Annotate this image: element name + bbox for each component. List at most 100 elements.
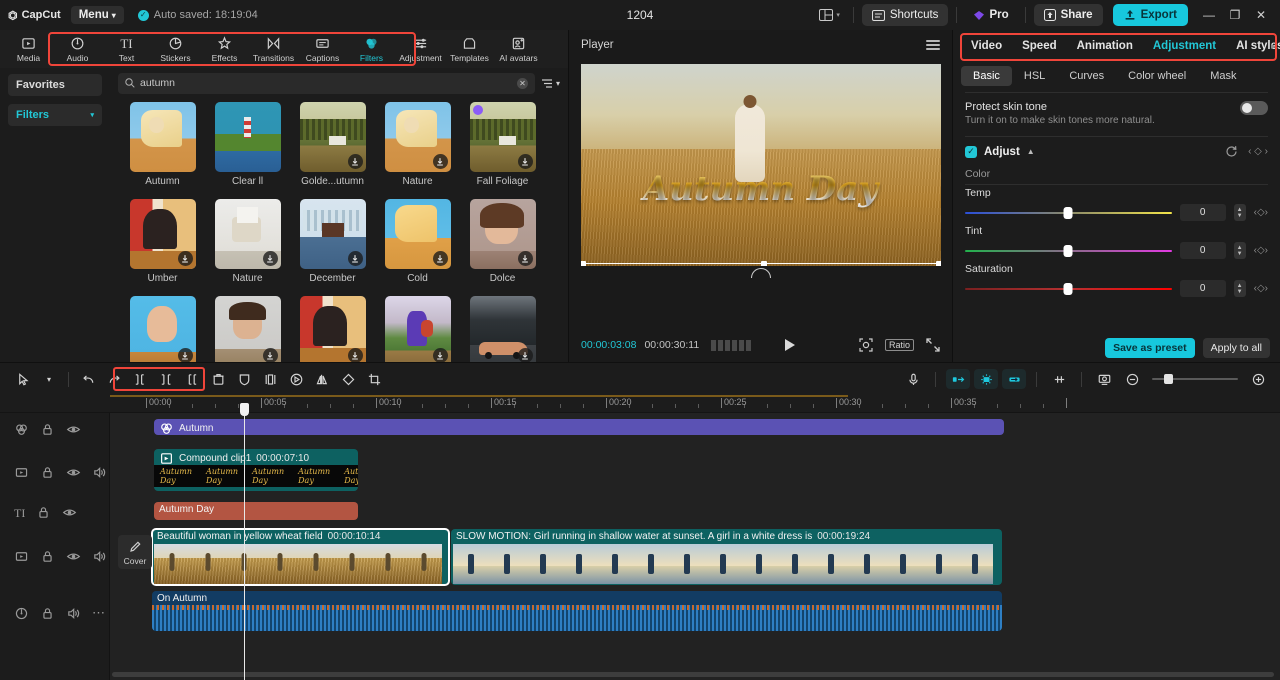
close-button[interactable]: ✕ xyxy=(1248,8,1274,22)
download-icon[interactable] xyxy=(263,348,278,362)
filter-thumbnail[interactable] xyxy=(385,199,451,269)
minimize-button[interactable]: — xyxy=(1196,8,1222,22)
subtab-color-wheel[interactable]: Color wheel xyxy=(1116,66,1198,86)
filter-cell[interactable]: December xyxy=(290,199,375,284)
nav-item-text[interactable]: TIText xyxy=(102,30,151,68)
slider-track[interactable] xyxy=(965,245,1172,257)
slider-track[interactable] xyxy=(965,283,1172,295)
tab-adjustment[interactable]: Adjustment xyxy=(1143,40,1226,52)
play-icon[interactable] xyxy=(783,338,796,352)
eye-icon[interactable] xyxy=(66,549,81,564)
nav-item-media[interactable]: Media xyxy=(4,30,53,68)
filter-cell[interactable]: Golde...utumn xyxy=(290,102,375,187)
zoom-out[interactable] xyxy=(1120,369,1144,389)
filter-thumbnail[interactable] xyxy=(470,296,536,362)
filter-thumbnail[interactable] xyxy=(300,296,366,362)
playhead[interactable] xyxy=(244,413,245,680)
filter-thumbnail[interactable] xyxy=(385,102,451,172)
filter-cell[interactable] xyxy=(375,296,460,362)
filter-cell[interactable]: Dolce xyxy=(460,199,545,284)
cover-button[interactable]: Cover xyxy=(118,535,152,569)
filter-thumbnail[interactable] xyxy=(130,199,196,269)
filter-cell[interactable]: Autumn xyxy=(120,102,205,187)
nav-item-templates[interactable]: Templates xyxy=(445,30,494,68)
filter-cell[interactable] xyxy=(120,296,205,362)
lock-icon[interactable] xyxy=(40,422,55,437)
rotate-handle[interactable] xyxy=(751,268,771,278)
slider-stepper[interactable]: ▲▼ xyxy=(1234,204,1246,221)
timeline-clip[interactable]: Beautiful woman in yellow wheat field00:… xyxy=(152,529,449,585)
ruler-scale[interactable]: 00:0000:0500:1000:1500:2000:2500:3000:35 xyxy=(110,395,1280,412)
lock-icon[interactable] xyxy=(40,606,55,621)
crop[interactable] xyxy=(361,367,387,391)
keyframe-icon[interactable]: ‹◇› xyxy=(1254,207,1268,218)
filter-thumbnail[interactable] xyxy=(300,199,366,269)
filter-cell[interactable]: Umber xyxy=(120,199,205,284)
speed[interactable] xyxy=(283,367,309,391)
pro-button[interactable]: Pro xyxy=(965,5,1016,25)
slider-track[interactable] xyxy=(965,207,1172,219)
filter-thumbnail[interactable] xyxy=(470,199,536,269)
selection-handle[interactable] xyxy=(581,261,586,266)
download-icon[interactable] xyxy=(348,154,363,169)
timeline-ruler[interactable]: 00:0000:0500:1000:1500:2000:2500:3000:35 xyxy=(0,395,1280,413)
split[interactable] xyxy=(153,367,179,391)
speaker-icon[interactable] xyxy=(92,549,107,564)
select-dropdown[interactable]: ▾ xyxy=(36,367,62,391)
record-voiceover[interactable] xyxy=(901,369,925,389)
close-icon[interactable]: ✕ xyxy=(517,78,528,89)
nav-item-ai-avatars[interactable]: AI avatars xyxy=(494,30,543,68)
export-button[interactable]: Export xyxy=(1113,4,1188,26)
slider-knob[interactable] xyxy=(1064,207,1073,219)
nav-item-audio[interactable]: Audio xyxy=(53,30,102,68)
filter-cell[interactable] xyxy=(290,296,375,362)
horizontal-scrollbar[interactable] xyxy=(112,672,1274,677)
playhead-knob[interactable] xyxy=(240,403,249,416)
rotate[interactable] xyxy=(335,367,361,391)
layout-button[interactable]: ▾ xyxy=(814,6,845,24)
split-right[interactable] xyxy=(179,367,205,391)
tab-speed[interactable]: Speed xyxy=(1012,40,1067,52)
category-favorites[interactable]: Favorites xyxy=(8,74,102,96)
freeze[interactable] xyxy=(231,367,257,391)
lock-icon[interactable] xyxy=(36,505,51,520)
zoom-to-fit[interactable] xyxy=(946,369,970,389)
frame-grid-icon[interactable] xyxy=(711,340,751,351)
keyframe-icon[interactable]: ‹◇› xyxy=(1254,283,1268,294)
timeline-clip[interactable]: Autumn Day xyxy=(154,502,358,520)
slider-knob[interactable] xyxy=(1064,245,1073,257)
lock-icon[interactable] xyxy=(40,549,55,564)
chevron-right-icon[interactable]: ▸ xyxy=(1271,41,1276,52)
filter-thumbnail[interactable] xyxy=(470,102,536,172)
subtab-mask[interactable]: Mask xyxy=(1198,66,1248,86)
crop-preview-icon[interactable] xyxy=(859,338,873,352)
zoom-slider-knob[interactable] xyxy=(1164,374,1173,384)
share-button[interactable]: Share xyxy=(1034,4,1103,26)
filter-cell[interactable] xyxy=(205,296,290,362)
nav-item-filters[interactable]: Filters xyxy=(347,30,396,68)
reverse[interactable] xyxy=(257,367,283,391)
filter-thumbnail[interactable] xyxy=(215,102,281,172)
slider-knob[interactable] xyxy=(1064,283,1073,295)
menu-button[interactable]: Menu ▾ xyxy=(71,6,124,24)
keyframe-icon[interactable]: ‹◇› xyxy=(1254,245,1268,256)
mixer[interactable] xyxy=(1047,369,1071,389)
filter-cell[interactable]: Nature xyxy=(375,102,460,187)
download-icon[interactable] xyxy=(433,154,448,169)
timeline-clip[interactable]: SLOW MOTION: Girl running in shallow wat… xyxy=(451,529,1002,585)
filter-thumbnail[interactable] xyxy=(385,296,451,362)
subtab-hsl[interactable]: HSL xyxy=(1012,66,1057,86)
hamburger-icon[interactable] xyxy=(926,40,940,50)
auto-fill[interactable] xyxy=(974,369,998,389)
split-left[interactable] xyxy=(127,367,153,391)
download-icon[interactable] xyxy=(518,154,533,169)
nav-item-effects[interactable]: Effects xyxy=(200,30,249,68)
apply-to-all-button[interactable]: Apply to all xyxy=(1203,338,1270,358)
redo[interactable] xyxy=(101,367,127,391)
maximize-button[interactable]: ❐ xyxy=(1222,8,1248,22)
selection-handle[interactable] xyxy=(936,261,941,266)
download-icon[interactable] xyxy=(433,251,448,266)
tab-video[interactable]: Video xyxy=(961,40,1012,52)
slider-stepper[interactable]: ▲▼ xyxy=(1234,242,1246,259)
selection-handle[interactable] xyxy=(761,261,767,266)
